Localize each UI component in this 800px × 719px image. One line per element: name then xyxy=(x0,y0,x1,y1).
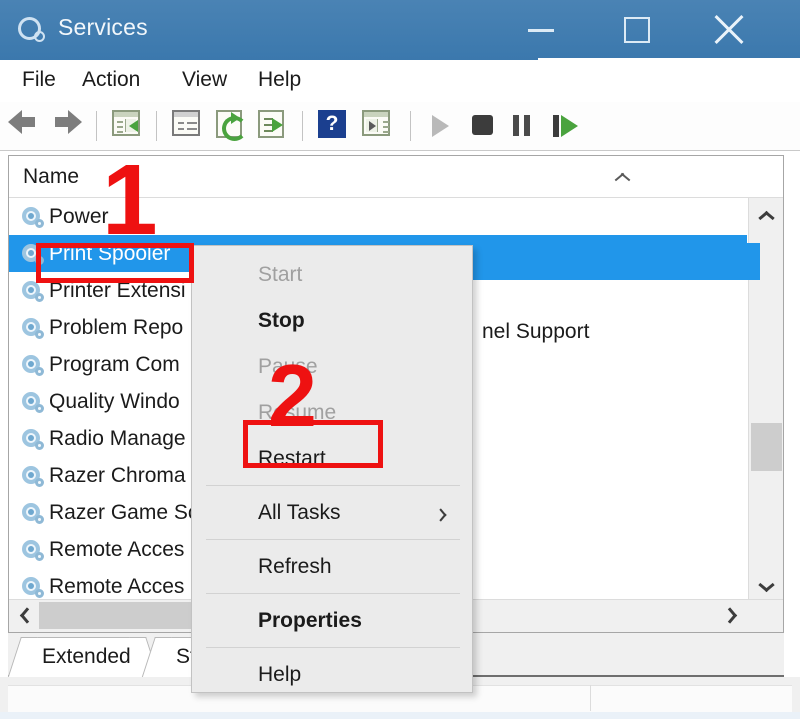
menu-item-help[interactable]: Help xyxy=(258,68,301,92)
vertical-scrollbar-thumb[interactable] xyxy=(751,423,782,471)
toolbar: ? xyxy=(0,102,800,151)
start-service-icon[interactable] xyxy=(432,115,449,137)
status-bar-divider xyxy=(590,685,591,711)
scroll-left-button[interactable] xyxy=(9,600,39,631)
service-gear-icon xyxy=(21,465,43,487)
service-description-text: nel Support xyxy=(482,320,589,344)
scroll-right-button[interactable] xyxy=(717,600,747,631)
toolbar-separator xyxy=(156,111,157,141)
menu-item-label: Refresh xyxy=(258,555,332,578)
context-menu: Start Stop Pause Resume Restart All Tasks Refr… xyxy=(191,245,473,693)
menu-item-label: Properties xyxy=(258,609,362,632)
tab-extended-label: Extended xyxy=(42,645,131,668)
service-gear-icon xyxy=(21,428,43,450)
list-item-label: Problem Repo xyxy=(49,316,183,340)
list-item-label: Remote Acces xyxy=(49,575,184,599)
menu-item-action[interactable]: Action xyxy=(82,68,140,92)
menu-item-label: Resume xyxy=(258,401,336,424)
service-gear-icon xyxy=(21,206,43,228)
menu-separator xyxy=(206,485,460,486)
close-button[interactable] xyxy=(700,0,762,58)
menu-item-all-tasks[interactable]: All Tasks xyxy=(192,490,472,536)
title-bar: Services xyxy=(0,0,800,60)
maximize-button[interactable] xyxy=(604,0,666,58)
service-gear-icon xyxy=(21,243,43,265)
forward-icon[interactable] xyxy=(52,110,86,142)
pause-service-icon[interactable] xyxy=(513,115,531,136)
chevron-down-icon xyxy=(758,582,774,592)
service-gear-icon xyxy=(21,280,43,302)
service-gear-icon xyxy=(21,317,43,339)
toolbar-separator xyxy=(410,111,411,141)
services-gear-icon xyxy=(16,14,46,44)
services-window-screenshot: Services File Action View Help xyxy=(0,0,800,719)
minimize-button[interactable] xyxy=(510,0,572,58)
menu-item-refresh[interactable]: Refresh xyxy=(192,544,472,590)
menu-item-label: Pause xyxy=(258,355,318,378)
menu-item-resume: Resume xyxy=(192,390,472,436)
menu-item-label: Stop xyxy=(258,309,305,332)
list-item-label: Program Com xyxy=(49,353,180,377)
service-gear-icon xyxy=(21,354,43,376)
menu-item-file[interactable]: File xyxy=(22,68,56,92)
chevron-right-icon xyxy=(728,607,738,624)
window-title: Services xyxy=(58,14,148,41)
menu-item-label: All Tasks xyxy=(258,501,340,524)
list-item[interactable]: Power xyxy=(9,198,747,235)
toolbar-separator xyxy=(96,111,97,141)
chevron-up-icon xyxy=(614,170,630,180)
show-action-pane-icon[interactable] xyxy=(362,110,396,142)
service-gear-icon xyxy=(21,539,43,561)
menu-item-start: Start xyxy=(192,252,472,298)
back-icon[interactable] xyxy=(8,110,42,142)
desktop-edge xyxy=(0,712,800,719)
chevron-right-icon xyxy=(440,508,448,522)
service-gear-icon xyxy=(21,502,43,524)
menu-separator xyxy=(206,647,460,648)
horizontal-scrollbar-thumb[interactable] xyxy=(39,602,199,629)
service-gear-icon xyxy=(21,391,43,413)
list-item-label: Printer Extensi xyxy=(49,279,186,303)
list-item-label: Radio Manage xyxy=(49,427,186,451)
menu-item-properties[interactable]: Properties xyxy=(192,598,472,644)
menu-separator xyxy=(206,593,460,594)
menu-item-label: Start xyxy=(258,263,302,286)
list-item-label: Razer Chroma xyxy=(49,464,186,488)
menu-item-help[interactable]: Help xyxy=(192,652,472,698)
menu-item-restart[interactable]: Restart xyxy=(192,436,472,482)
column-header-name[interactable]: Name xyxy=(23,165,79,189)
service-gear-icon xyxy=(21,576,43,598)
maximize-icon xyxy=(624,17,650,43)
show-hide-console-tree-icon[interactable] xyxy=(112,110,146,142)
refresh-icon[interactable] xyxy=(216,110,250,142)
list-item-label: Razer Game Sc xyxy=(49,501,198,525)
menu-item-pause: Pause xyxy=(192,344,472,390)
list-item-label: Print Spooler xyxy=(49,242,170,266)
export-list-icon[interactable] xyxy=(258,110,292,142)
scroll-up-button[interactable] xyxy=(749,198,783,228)
menu-separator xyxy=(206,539,460,540)
list-column-header: Name xyxy=(9,156,783,198)
minimize-icon xyxy=(528,29,554,32)
menu-item-view[interactable]: View xyxy=(182,68,227,92)
tab-extended[interactable]: Extended xyxy=(22,637,145,677)
chevron-up-icon xyxy=(758,210,774,220)
chevron-left-icon xyxy=(20,607,30,624)
menu-item-stop[interactable]: Stop xyxy=(192,298,472,344)
scrollbar-corner xyxy=(747,600,783,632)
restart-service-icon[interactable] xyxy=(553,115,579,137)
list-item-label: Remote Acces xyxy=(49,538,184,562)
toolbar-separator xyxy=(302,111,303,141)
screenshot-artifact-overlay xyxy=(538,58,800,98)
menu-item-label: Help xyxy=(258,663,301,686)
list-item-label: Quality Windo xyxy=(49,390,180,414)
help-icon[interactable]: ? xyxy=(318,110,352,142)
properties-icon[interactable] xyxy=(172,110,206,142)
list-item-label: Power xyxy=(49,205,109,229)
stop-service-icon[interactable] xyxy=(472,115,493,135)
scroll-down-button[interactable] xyxy=(749,570,783,600)
menu-item-label: Restart xyxy=(258,447,326,470)
selected-row-highlight-right xyxy=(472,243,760,280)
